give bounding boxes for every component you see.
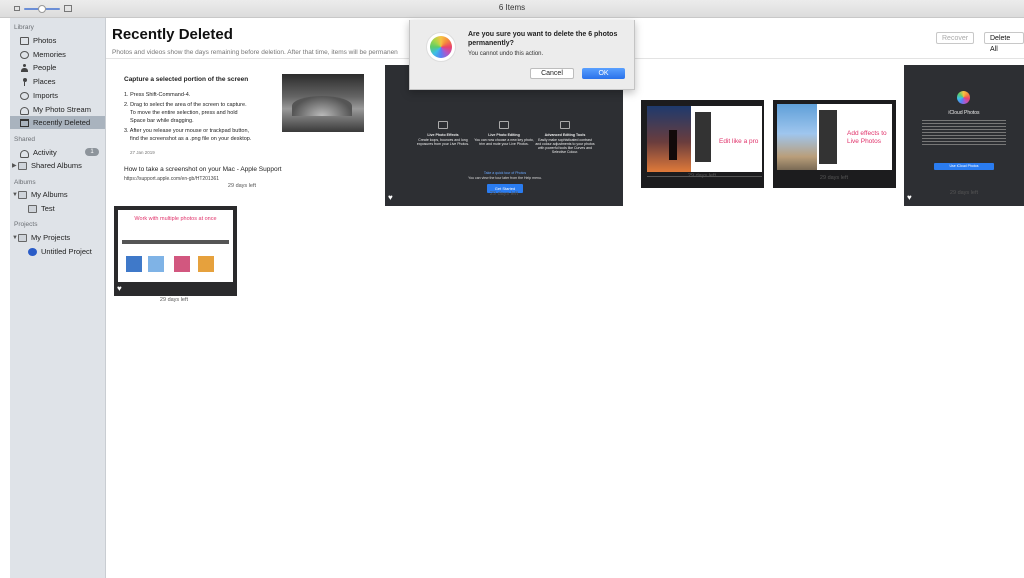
mountain-image [282, 74, 364, 132]
album-icon [28, 204, 37, 213]
recover-button[interactable]: Recover [936, 32, 975, 44]
sidebar-item-my-photo-stream[interactable]: My Photo Stream [10, 103, 105, 116]
people-icon [20, 63, 29, 72]
sidebar: Library Photos Memories People Places Im… [10, 18, 106, 578]
photo-thumbnail-1[interactable]: Capture a selected portion of the screen… [118, 70, 366, 200]
activity-count-badge: 1 [85, 148, 99, 156]
window-title: 6 Items [498, 3, 526, 12]
delete-all-button[interactable]: Delete All [984, 32, 1024, 53]
photo-thumbnail-5[interactable]: iCloud Photos Use iCloud Photos ♥ [904, 65, 1024, 206]
imports-icon [20, 91, 29, 100]
places-icon [20, 77, 29, 86]
days-left-label: 29 days left [227, 183, 257, 189]
sidebar-item-untitled-project[interactable]: Untitled Project [10, 245, 105, 258]
sidebar-item-recently-deleted[interactable]: Recently Deleted [10, 116, 105, 129]
sidebar-item-activity[interactable]: Activity 1 [10, 146, 105, 159]
days-left-label: 29 days left [489, 191, 519, 197]
trash-icon [20, 118, 29, 127]
page-subtitle: Photos and videos show the days remainin… [112, 49, 398, 56]
photos-app-icon [426, 32, 456, 62]
cancel-button[interactable]: Cancel [530, 68, 574, 79]
days-left-label: 29 days left [949, 190, 979, 196]
memories-icon [20, 50, 29, 59]
sidebar-header-projects: Projects [14, 221, 38, 228]
sidebar-item-my-albums[interactable]: ▼ My Albums [10, 188, 105, 201]
sidebar-item-people[interactable]: People [10, 61, 105, 74]
sidebar-item-test[interactable]: Test [10, 202, 105, 215]
sidebar-item-photos[interactable]: Photos [10, 34, 105, 47]
photos-icon [20, 36, 29, 45]
project-icon [28, 247, 37, 256]
advanced-tools-icon [560, 121, 570, 129]
photo-thumbnail-6[interactable]: Work with multiple photos at once ♥ [114, 206, 237, 296]
heart-icon[interactable]: ♥ [907, 193, 912, 202]
live-effects-icon [438, 121, 448, 129]
days-left-label: 29 days left [819, 175, 849, 181]
sidebar-header-shared: Shared [14, 136, 35, 143]
shared-albums-icon [18, 161, 27, 170]
dialog-message: Are you sure you want to delete the 6 ph… [468, 31, 618, 47]
page-title: Recently Deleted [112, 26, 233, 43]
window-titlebar: 6 Items [0, 0, 1024, 18]
delete-confirmation-dialog: Are you sure you want to delete the 6 ph… [409, 20, 635, 90]
main-content: Recently Deleted Photos and videos show … [106, 18, 1024, 578]
sidebar-header-albums: Albums [14, 179, 36, 186]
lanterns-image [647, 106, 691, 172]
heart-icon[interactable]: ♥ [388, 193, 393, 202]
ok-button[interactable]: OK [582, 68, 625, 79]
days-left-label: 29 days left [159, 297, 189, 303]
days-left-label: 29 days left [687, 173, 717, 179]
photo-stream-icon [20, 106, 29, 115]
sidebar-item-my-projects[interactable]: ▼ My Projects [10, 231, 105, 244]
sidebar-item-places[interactable]: Places [10, 75, 105, 88]
live-editing-icon [499, 121, 509, 129]
dialog-subtext: You cannot undo this action. [468, 51, 544, 57]
activity-icon [20, 149, 29, 158]
photos-app-icon [957, 91, 970, 104]
heart-icon[interactable]: ♥ [117, 284, 122, 293]
sidebar-header-library: Library [14, 24, 34, 31]
sidebar-item-shared-albums[interactable]: ▶ Shared Albums [10, 159, 105, 172]
sidebar-item-memories[interactable]: Memories [10, 48, 105, 61]
folder-icon [18, 190, 27, 199]
folder-icon [18, 233, 27, 242]
palm-trees-image [777, 104, 817, 170]
sidebar-item-imports[interactable]: Imports [10, 89, 105, 102]
